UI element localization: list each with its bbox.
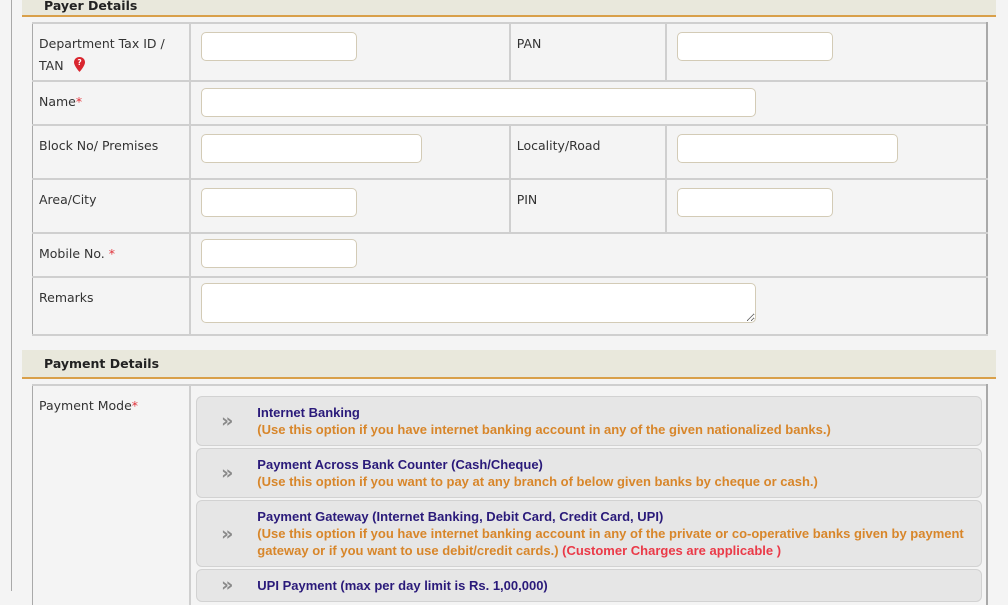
block-input[interactable] <box>201 134 423 163</box>
dept-tax-id-label-line2: TAN <box>39 58 64 73</box>
mobile-input[interactable] <box>201 239 358 268</box>
option-title: Payment Across Bank Counter (Cash/Cheque… <box>257 457 543 472</box>
dept-tax-id-label: Department Tax ID / TAN ? <box>32 22 191 82</box>
row-mobile: Mobile No. * <box>32 232 988 278</box>
pan-cell <box>665 22 988 82</box>
pin-input[interactable] <box>677 188 834 217</box>
row-name: Name* <box>32 80 988 126</box>
remarks-cell <box>189 276 988 336</box>
locality-input[interactable] <box>677 134 899 163</box>
area-cell <box>189 178 511 234</box>
payment-option-payment-gateway[interactable]: » Payment Gateway (Internet Banking, Deb… <box>196 500 982 567</box>
name-cell <box>189 80 988 126</box>
dept-tax-id-input[interactable] <box>201 32 358 61</box>
option-body: Payment Across Bank Counter (Cash/Cheque… <box>257 456 818 490</box>
payer-details-table: Department Tax ID / TAN ? PAN Name* Bloc… <box>32 22 988 336</box>
payment-details-header: Payment Details <box>22 350 996 379</box>
remarks-label-text: Remarks <box>39 290 94 305</box>
payment-details-table: Payment Mode* » Internet Banking (Use th… <box>32 384 988 605</box>
pan-label-text: PAN <box>516 36 542 51</box>
block-label: Block No/ Premises <box>32 124 191 180</box>
locality-label-text: Locality/Road <box>516 138 601 153</box>
double-chevron-right-icon: » <box>221 522 234 545</box>
block-label-text: Block No/ Premises <box>39 138 159 153</box>
required-asterisk: * <box>75 94 83 109</box>
required-asterisk: * <box>108 246 115 261</box>
row-payment-mode: Payment Mode* » Internet Banking (Use th… <box>32 384 988 605</box>
row-tax-id-pan: Department Tax ID / TAN ? PAN <box>32 22 988 82</box>
payment-option-upi[interactable]: » UPI Payment (max per day limit is Rs. … <box>196 569 982 602</box>
dept-tax-id-cell <box>189 22 511 82</box>
mobile-label-text: Mobile No. <box>39 246 109 261</box>
locality-cell <box>665 124 988 180</box>
name-label-text: Name <box>39 94 76 109</box>
area-label: Area/City <box>32 178 191 234</box>
name-input[interactable] <box>201 88 757 117</box>
svg-text:?: ? <box>77 58 81 67</box>
pan-input[interactable] <box>677 32 834 61</box>
payment-mode-label-text: Payment Mode <box>39 398 132 413</box>
page-left-border <box>11 0 12 591</box>
locality-label: Locality/Road <box>509 124 667 180</box>
customer-charges-warning: (Customer Charges are applicable ) <box>558 543 782 558</box>
payment-option-internet-banking[interactable]: » Internet Banking (Use this option if y… <box>196 396 982 446</box>
payment-mode-label: Payment Mode* <box>32 384 191 605</box>
row-remarks: Remarks <box>32 276 988 336</box>
payment-option-bank-counter[interactable]: » Payment Across Bank Counter (Cash/Cheq… <box>196 448 982 498</box>
block-cell <box>189 124 511 180</box>
pin-label-text: PIN <box>516 192 538 207</box>
payer-details-header: Payer Details <box>22 0 996 17</box>
option-body: Internet Banking (Use this option if you… <box>257 404 831 438</box>
mobile-cell <box>189 232 988 278</box>
pin-label: PIN <box>509 178 667 234</box>
remarks-label: Remarks <box>32 276 191 336</box>
pan-label: PAN <box>509 22 667 82</box>
option-description: (Use this option if you want to pay at a… <box>257 474 818 489</box>
pin-cell <box>665 178 988 234</box>
double-chevron-right-icon: » <box>221 574 234 596</box>
option-description: (Use this option if you have internet ba… <box>257 422 831 437</box>
option-title: Payment Gateway (Internet Banking, Debit… <box>257 509 664 524</box>
area-city-input[interactable] <box>201 188 358 217</box>
option-title: Internet Banking <box>257 405 360 420</box>
required-asterisk: * <box>131 398 139 413</box>
double-chevron-right-icon: » <box>221 462 234 484</box>
name-label: Name* <box>32 80 191 126</box>
map-marker-question-icon[interactable]: ? <box>73 57 85 72</box>
payer-details-title: Payer Details <box>44 0 138 13</box>
dept-tax-id-label-line1: Department Tax ID / <box>39 36 165 51</box>
area-label-text: Area/City <box>39 192 97 207</box>
row-block-locality: Block No/ Premises Locality/Road <box>32 124 988 180</box>
option-body: Payment Gateway (Internet Banking, Debit… <box>257 508 973 559</box>
double-chevron-right-icon: » <box>221 410 234 432</box>
payment-options: » Internet Banking (Use this option if y… <box>189 384 988 605</box>
payment-details-title: Payment Details <box>44 356 160 371</box>
mobile-label: Mobile No. * <box>32 232 191 278</box>
remarks-textarea[interactable] <box>201 283 757 323</box>
row-area-pin: Area/City PIN <box>32 178 988 234</box>
